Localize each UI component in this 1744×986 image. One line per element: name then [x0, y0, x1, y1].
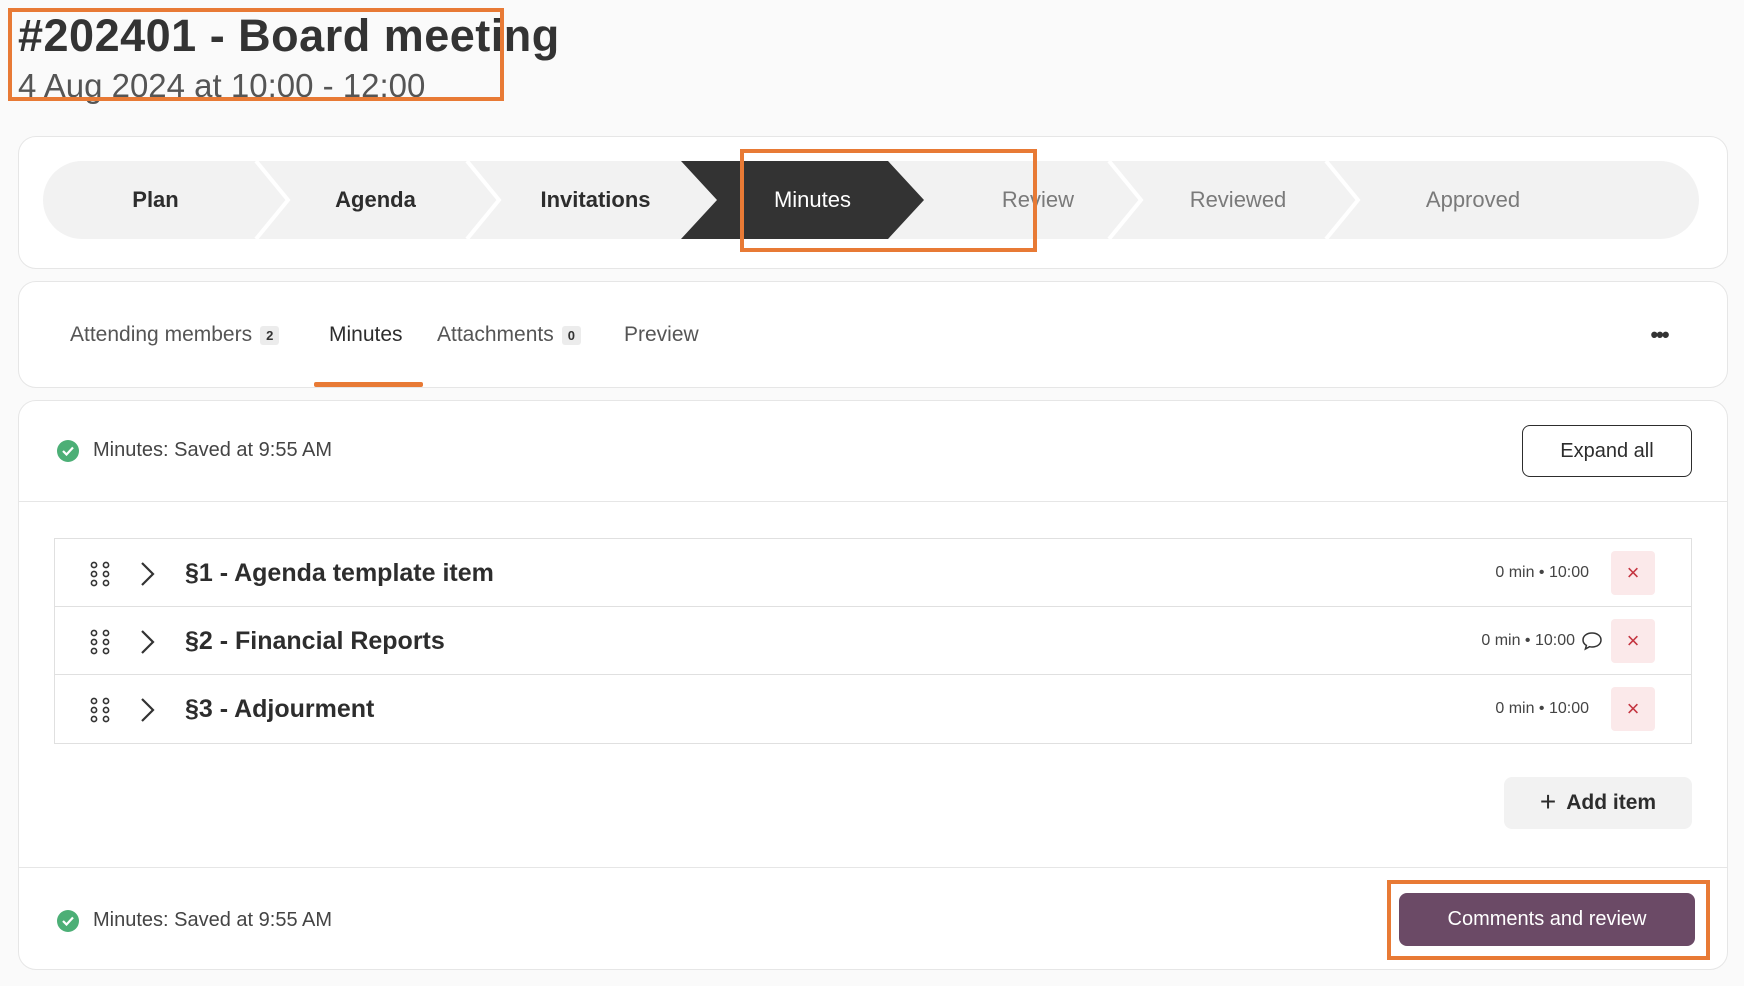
save-status-text: Minutes: Saved at 9:55 AM	[93, 439, 333, 461]
drag-handle-icon[interactable]	[89, 629, 111, 655]
step-plan-label: Plan	[132, 187, 179, 212]
tab-attending-members[interactable]: Attending members 2	[70, 282, 280, 388]
meeting-datetime: 4 Aug 2024 at 10:00 - 12:00	[18, 67, 426, 104]
step-invitations-label: Invitations	[540, 187, 651, 212]
agenda-item-duration-time: 0 min • 10:00	[1495, 700, 1589, 717]
chevron-right-icon[interactable]	[137, 561, 157, 587]
tab-minutes-label: Minutes	[329, 323, 403, 346]
divider	[19, 501, 1727, 502]
save-status-bottom: Minutes: Saved at 9:55 AM	[57, 909, 332, 932]
plus-icon: +	[1539, 785, 1557, 817]
step-approved-label: Approved	[1425, 187, 1521, 212]
attachments-count-badge: 0	[561, 325, 581, 345]
agenda-item-row[interactable]: §3 - Adjourment 0 min • 10:00 ×	[54, 674, 1692, 744]
step-reviewed[interactable]: Reviewed	[1133, 161, 1343, 239]
tab-preview-label: Preview	[624, 323, 699, 346]
agenda-item-duration-time: 0 min • 10:00	[1481, 632, 1575, 649]
tab-attachments-label: Attachments	[437, 323, 554, 346]
agenda-item-title: §1 - Agenda template item	[185, 558, 494, 587]
delete-item-button[interactable]: ×	[1611, 619, 1655, 663]
attending-members-count-badge: 2	[260, 325, 280, 345]
active-tab-indicator	[314, 382, 423, 387]
agenda-item-title: §2 - Financial Reports	[185, 626, 445, 655]
step-agenda[interactable]: Agenda	[268, 161, 483, 239]
drag-handle-icon[interactable]	[89, 697, 111, 723]
step-minutes[interactable]: Minutes	[681, 161, 926, 239]
step-approved[interactable]: Approved	[1353, 161, 1593, 239]
check-circle-icon	[57, 909, 79, 932]
agenda-item-row[interactable]: §1 - Agenda template item 0 min • 10:00 …	[54, 538, 1692, 608]
tab-minutes[interactable]: Minutes	[329, 282, 403, 388]
save-status-top: Minutes: Saved at 9:55 AM	[57, 439, 332, 462]
agenda-item-title: §3 - Adjourment	[185, 694, 375, 723]
workflow-stepper: Plan Agenda Invitations Minutes Review R…	[43, 161, 1699, 239]
page-header: #202401 - Board meeting 4 Aug 2024 at 10…	[18, 8, 560, 108]
agenda-item-duration-time: 0 min • 10:00	[1495, 564, 1589, 581]
save-status-text: Minutes: Saved at 9:55 AM	[93, 909, 333, 931]
step-reviewed-label: Reviewed	[1189, 187, 1287, 212]
divider	[19, 867, 1727, 868]
tab-preview[interactable]: Preview	[624, 282, 699, 388]
more-options-icon[interactable]: •••	[1639, 320, 1679, 350]
page-title: #202401 - Board meeting	[18, 10, 560, 61]
chevron-right-icon[interactable]	[137, 697, 157, 723]
step-agenda-label: Agenda	[335, 187, 416, 212]
chevron-right-icon[interactable]	[137, 629, 157, 655]
expand-all-button[interactable]: Expand all	[1522, 425, 1692, 477]
agenda-item-meta: 0 min • 10:00	[1495, 700, 1589, 718]
delete-item-button[interactable]: ×	[1611, 551, 1655, 595]
add-item-label: Add item	[1566, 791, 1657, 814]
tab-attachments[interactable]: Attachments 0	[437, 282, 581, 388]
tab-attending-members-label: Attending members	[70, 323, 253, 346]
agenda-item-meta: 0 min • 10:00	[1495, 564, 1589, 582]
agenda-item-meta: 0 min • 10:00	[1481, 631, 1603, 651]
step-review-label: Review	[1001, 187, 1075, 212]
agenda-item-row[interactable]: §2 - Financial Reports 0 min • 10:00 ×	[54, 606, 1692, 676]
step-plan[interactable]: Plan	[43, 161, 268, 239]
minutes-panel: Minutes: Saved at 9:55 AM Expand all §1 …	[18, 400, 1728, 970]
check-circle-icon	[57, 439, 79, 462]
drag-handle-icon[interactable]	[89, 561, 111, 587]
delete-item-button[interactable]: ×	[1611, 687, 1655, 731]
comment-icon[interactable]	[1581, 631, 1603, 651]
tabs-card: Attending members 2 Minutes Attachments …	[18, 281, 1728, 388]
workflow-stepper-card: Plan Agenda Invitations Minutes Review R…	[18, 136, 1728, 269]
comments-and-review-button[interactable]: Comments and review	[1399, 893, 1695, 946]
add-item-button[interactable]: + Add item	[1504, 777, 1692, 829]
step-invitations[interactable]: Invitations	[488, 161, 703, 239]
step-minutes-label: Minutes	[773, 187, 852, 212]
